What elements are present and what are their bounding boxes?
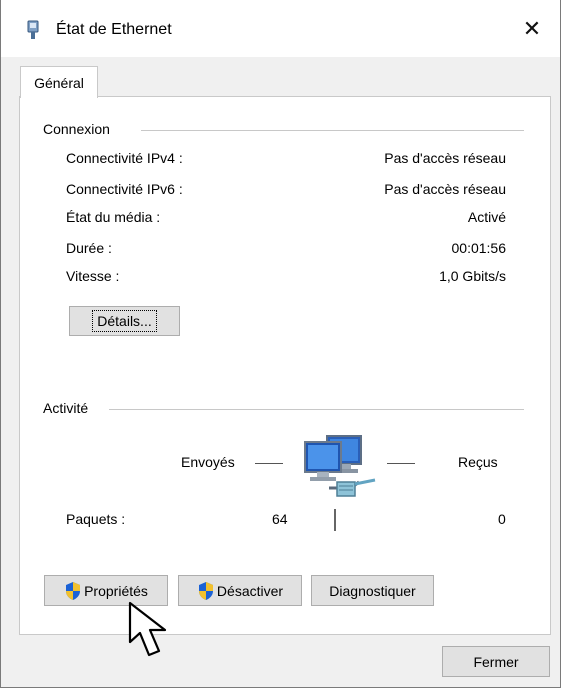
uac-shield-icon	[198, 581, 213, 600]
diagnose-button[interactable]: Diagnostiquer	[311, 575, 434, 606]
diagnose-button-label: Diagnostiquer	[329, 582, 416, 599]
media-state-label: État du média :	[66, 209, 161, 225]
sent-line	[255, 463, 283, 464]
details-button-label: Détails...	[92, 310, 157, 332]
ethernet-status-dialog: État de Ethernet ✕ Général Connexion Con…	[0, 0, 561, 688]
received-line	[387, 463, 415, 464]
network-computers-icon	[304, 435, 376, 497]
close-icon[interactable]: ✕	[504, 0, 560, 57]
packets-received-value: 0	[498, 511, 506, 527]
connexion-group-label: Connexion	[43, 121, 120, 137]
mouse-pointer-icon	[128, 601, 167, 657]
ethernet-icon	[27, 20, 39, 39]
details-button[interactable]: Détails...	[69, 306, 180, 336]
packets-separator	[334, 509, 336, 531]
tab-panel-general	[19, 96, 551, 635]
ipv6-label: Connectivité IPv6 :	[66, 181, 183, 197]
disable-button[interactable]: Désactiver	[178, 575, 302, 606]
received-label: Reçus	[458, 454, 498, 470]
activite-group-label: Activité	[43, 400, 99, 416]
properties-button-label: Propriétés	[84, 582, 148, 599]
duration-value: 00:01:56	[451, 240, 507, 256]
tab-general[interactable]: Général	[20, 66, 98, 98]
media-state-value: Activé	[467, 209, 506, 225]
close-button-label: Fermer	[473, 653, 519, 670]
disable-button-label: Désactiver	[216, 582, 284, 599]
title-bar[interactable]: État de Ethernet ✕	[1, 0, 560, 57]
packets-sent-value: 64	[272, 511, 288, 527]
ipv4-value: Pas d'accès réseau	[384, 150, 506, 166]
close-button[interactable]: Fermer	[442, 646, 550, 677]
ipv6-value: Pas d'accès réseau	[384, 181, 506, 197]
packets-label: Paquets :	[66, 511, 126, 527]
sent-label: Envoyés	[181, 454, 235, 470]
ipv4-label: Connectivité IPv4 :	[66, 150, 183, 166]
duration-label: Durée :	[66, 240, 112, 256]
activite-divider	[109, 409, 524, 410]
speed-value: 1,0 Gbits/s	[439, 268, 506, 284]
window-title: État de Ethernet	[56, 21, 172, 38]
connexion-divider	[141, 130, 524, 131]
uac-shield-icon	[66, 581, 81, 600]
speed-label: Vitesse :	[66, 268, 120, 284]
